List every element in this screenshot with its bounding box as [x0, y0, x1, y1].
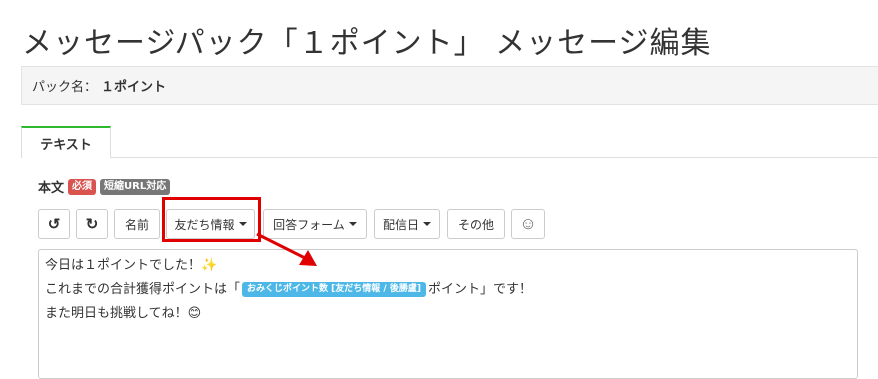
- insert-name-label: 名前: [124, 217, 149, 232]
- required-badge: 必須: [68, 178, 97, 195]
- tabs-divider: [21, 157, 878, 158]
- chevron-down-icon: [348, 222, 357, 226]
- pack-name-value: １ポイント: [101, 80, 167, 95]
- short-url-badge: 短縮URL対応: [100, 178, 171, 195]
- insert-name-button[interactable]: 名前: [114, 209, 160, 239]
- other-label: その他: [457, 217, 494, 232]
- other-button[interactable]: その他: [447, 209, 505, 239]
- pack-name-label: パック名：: [32, 80, 98, 95]
- editor-line-3: また明日も挑戦してね！😊: [45, 306, 202, 321]
- chevron-down-icon: [423, 222, 431, 226]
- redo-button[interactable]: ↻: [76, 209, 108, 239]
- send-date-dropdown[interactable]: 配信日: [374, 209, 440, 239]
- editor-line-2-after: ポイント」です！: [427, 282, 532, 297]
- undo-button[interactable]: ↺: [38, 209, 70, 239]
- body-field-label: 本文 必須 短縮URL対応: [38, 177, 171, 196]
- pack-name-bar: パック名： １ポイント: [21, 66, 878, 105]
- editor-line-1: 今日は１ポイントでした！✨: [45, 258, 218, 273]
- emoji-button[interactable]: ☺: [511, 209, 545, 239]
- undo-icon: ↺: [47, 216, 61, 233]
- page-title: メッセージパック「１ポイント」 メッセージ編集: [22, 26, 712, 61]
- tab-text[interactable]: テキスト: [21, 126, 111, 158]
- variable-tag[interactable]: おみくじポイント数 [友だち情報 / 後勝盧]: [242, 282, 426, 297]
- message-editor[interactable]: 今日は１ポイントでした！✨ これまでの合計獲得ポイントは「 おみくじポイント数 […: [38, 249, 858, 379]
- answer-form-label: 回答フォーム: [273, 217, 345, 232]
- emoji-icon: ☺: [519, 214, 537, 233]
- editor-line-2: これまでの合計獲得ポイントは「 おみくじポイント数 [友だち情報 / 後勝盧] ポイ…: [45, 278, 851, 302]
- send-date-label: 配信日: [382, 217, 419, 232]
- editor-line-2-before: これまでの合計獲得ポイントは「: [45, 282, 241, 297]
- redo-icon: ↻: [85, 216, 99, 233]
- highlight-box: [162, 197, 261, 242]
- annotation-arrow-icon: [256, 232, 317, 266]
- body-label-text: 本文: [38, 181, 65, 196]
